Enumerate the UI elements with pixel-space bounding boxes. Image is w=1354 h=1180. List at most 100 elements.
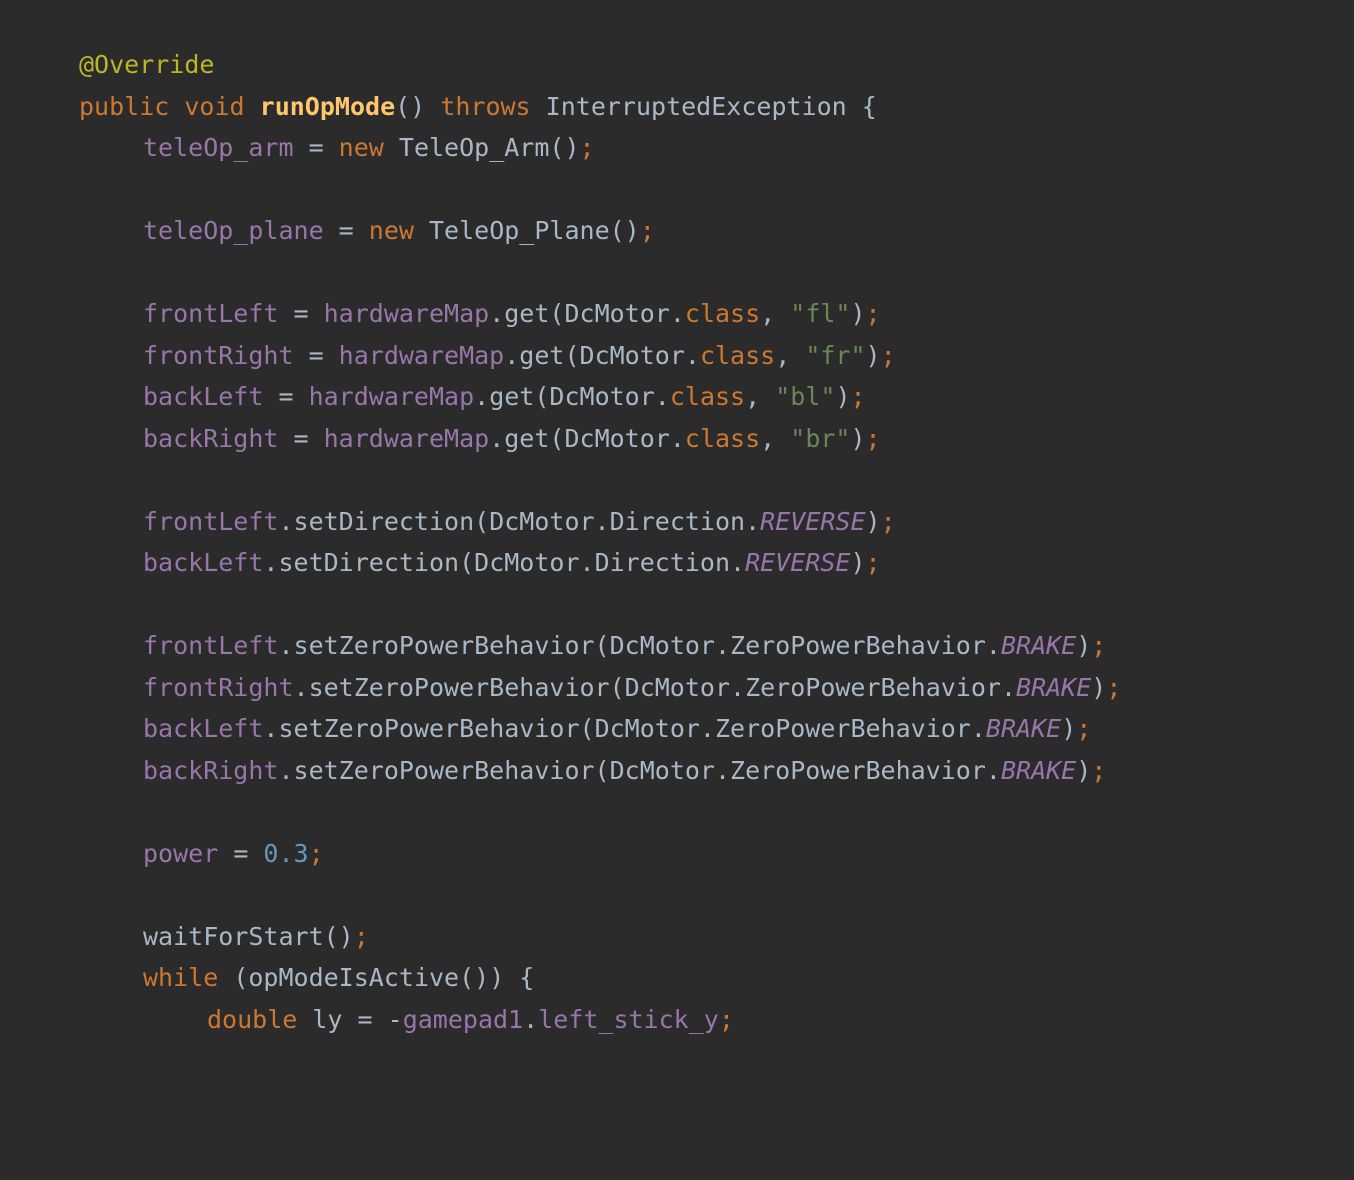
code-line[interactable]: backRight = hardwareMap.get(DcMotor.clas… bbox=[0, 418, 1354, 460]
code-token-punct: ) bbox=[850, 299, 866, 328]
code-token-semi: ; bbox=[865, 548, 881, 577]
code-token-keyword: double bbox=[207, 1004, 298, 1034]
code-token-punct: ( bbox=[218, 963, 249, 992]
code-line[interactable]: teleOp_plane = new TeleOp_Plane(); bbox=[0, 210, 1354, 252]
code-line[interactable]: backLeft.setZeroPowerBehavior(DcMotor.Ze… bbox=[0, 708, 1354, 750]
code-line[interactable]: frontLeft.setZeroPowerBehavior(DcMotor.Z… bbox=[0, 625, 1354, 667]
code-token-number: 0.3 bbox=[263, 838, 309, 868]
code-token-keyword: new bbox=[368, 216, 414, 245]
code-line[interactable]: frontRight = hardwareMap.get(DcMotor.cla… bbox=[0, 335, 1354, 377]
code-line[interactable] bbox=[0, 791, 1354, 833]
code-token-semi: ; bbox=[308, 838, 324, 868]
code-line[interactable] bbox=[0, 459, 1354, 501]
code-token-punct: . bbox=[985, 631, 1001, 660]
code-token-punct: , bbox=[760, 299, 791, 328]
code-line[interactable]: waitForStart(); bbox=[0, 916, 1354, 958]
code-block[interactable]: @Override public void runOpMode() throws … bbox=[0, 44, 1354, 1040]
code-token-field: hardwareMap bbox=[308, 382, 475, 411]
code-line[interactable]: backLeft.setDirection(DcMotor.Direction.… bbox=[0, 542, 1354, 584]
code-token-string: "bl" bbox=[775, 382, 836, 411]
code-token-punct: .get( bbox=[474, 382, 550, 411]
code-token-punct: . bbox=[714, 755, 731, 785]
code-token-punct: .setZeroPowerBehavior( bbox=[263, 714, 595, 743]
code-token-type: DcMotor bbox=[594, 714, 700, 743]
code-token-punct: . bbox=[985, 755, 1001, 785]
code-token-plain: opModeIsActive bbox=[248, 963, 460, 992]
code-token-punct: .setZeroPowerBehavior( bbox=[278, 631, 610, 660]
code-token-annotation: @Override bbox=[79, 50, 215, 79]
code-token-string: "fr" bbox=[805, 340, 866, 370]
code-token-plain: waitForStart bbox=[143, 921, 324, 951]
code-token-punct: = bbox=[218, 838, 264, 868]
code-line[interactable]: frontLeft = hardwareMap.get(DcMotor.clas… bbox=[0, 293, 1354, 335]
code-token-punct: .setZeroPowerBehavior( bbox=[278, 755, 610, 785]
code-token-type: DcMotor bbox=[609, 755, 715, 785]
code-token-keyword: public bbox=[79, 91, 170, 121]
code-token-field: hardwareMap bbox=[338, 340, 505, 370]
code-token-semi: ; bbox=[850, 382, 866, 411]
code-line[interactable] bbox=[0, 169, 1354, 211]
code-token-punct: = bbox=[293, 133, 339, 162]
code-token-keyword: class bbox=[684, 423, 761, 453]
code-line[interactable]: frontLeft.setDirection(DcMotor.Direction… bbox=[0, 501, 1354, 543]
code-token-static: BRAKE bbox=[1000, 755, 1077, 785]
code-token-static: BRAKE bbox=[1000, 631, 1077, 660]
code-token-punct: () bbox=[323, 921, 354, 951]
code-token-punct: = bbox=[278, 299, 324, 328]
code-line[interactable]: while (opModeIsActive()) { bbox=[0, 957, 1354, 999]
code-token-keyword: class bbox=[669, 382, 746, 411]
code-token-punct: . bbox=[970, 714, 986, 743]
code-token-keyword: void bbox=[184, 91, 245, 121]
code-token-punct: () bbox=[609, 216, 640, 245]
code-token-semi: ; bbox=[1091, 755, 1107, 785]
code-line[interactable]: public void runOpMode() throws Interrupt… bbox=[0, 86, 1354, 128]
code-line[interactable]: power = 0.3; bbox=[0, 833, 1354, 875]
code-token-punct: () bbox=[549, 133, 580, 162]
code-token-type: TeleOp_Plane bbox=[429, 216, 610, 245]
code-line[interactable] bbox=[0, 584, 1354, 626]
code-token-semi: ; bbox=[718, 1004, 734, 1034]
code-token-type: ZeroPowerBehavior bbox=[730, 631, 986, 660]
code-token-punct: . bbox=[523, 1004, 539, 1034]
code-token-punct: () bbox=[395, 91, 426, 121]
code-token-type: InterruptedException bbox=[545, 91, 847, 121]
code-token-punct: = bbox=[293, 340, 339, 370]
code-token-keyword: while bbox=[143, 963, 219, 992]
code-editor-viewport[interactable]: @Override public void runOpMode() throws … bbox=[0, 0, 1354, 1180]
code-token-punct: , bbox=[760, 423, 791, 453]
code-token-semi: ; bbox=[880, 340, 896, 370]
code-line[interactable]: @Override bbox=[0, 44, 1354, 86]
code-token-plain: ly bbox=[312, 1004, 343, 1034]
code-line[interactable] bbox=[0, 252, 1354, 294]
code-line[interactable] bbox=[0, 874, 1354, 916]
code-line[interactable]: teleOp_arm = new TeleOp_Arm(); bbox=[0, 127, 1354, 169]
code-token-punct: = bbox=[278, 423, 324, 453]
code-token-field: backRight bbox=[143, 423, 279, 453]
code-token-type: TeleOp_Arm bbox=[398, 133, 550, 162]
code-line[interactable]: frontRight.setZeroPowerBehavior(DcMotor.… bbox=[0, 667, 1354, 709]
code-line[interactable]: backRight.setZeroPowerBehavior(DcMotor.Z… bbox=[0, 750, 1354, 792]
code-token-semi: ; bbox=[865, 299, 881, 328]
code-token-punct: .get( bbox=[504, 340, 580, 370]
code-token-keyword: class bbox=[684, 299, 761, 328]
code-token-punct: . bbox=[594, 506, 610, 536]
code-line[interactable]: backLeft = hardwareMap.get(DcMotor.class… bbox=[0, 376, 1354, 418]
code-token-punct: { bbox=[846, 91, 877, 121]
code-token-field: teleOp_plane bbox=[143, 216, 324, 245]
code-token-field: teleOp_arm bbox=[143, 133, 294, 162]
code-token-field: frontLeft bbox=[143, 631, 279, 660]
code-line[interactable]: double ly = -gamepad1.left_stick_y; bbox=[0, 999, 1354, 1041]
code-token-semi: ; bbox=[865, 423, 881, 453]
code-token-field: power bbox=[143, 838, 219, 868]
code-token-semi: ; bbox=[579, 133, 595, 162]
code-token-type: DcMotor bbox=[609, 631, 715, 660]
code-token-semi: ; bbox=[1106, 672, 1122, 702]
code-token-punct: . bbox=[745, 506, 761, 536]
code-token-punct: ()) bbox=[459, 963, 505, 992]
code-token-punct: = bbox=[323, 216, 369, 245]
code-token-semi: ; bbox=[880, 506, 896, 536]
code-token-type: DcMotor bbox=[579, 340, 685, 370]
